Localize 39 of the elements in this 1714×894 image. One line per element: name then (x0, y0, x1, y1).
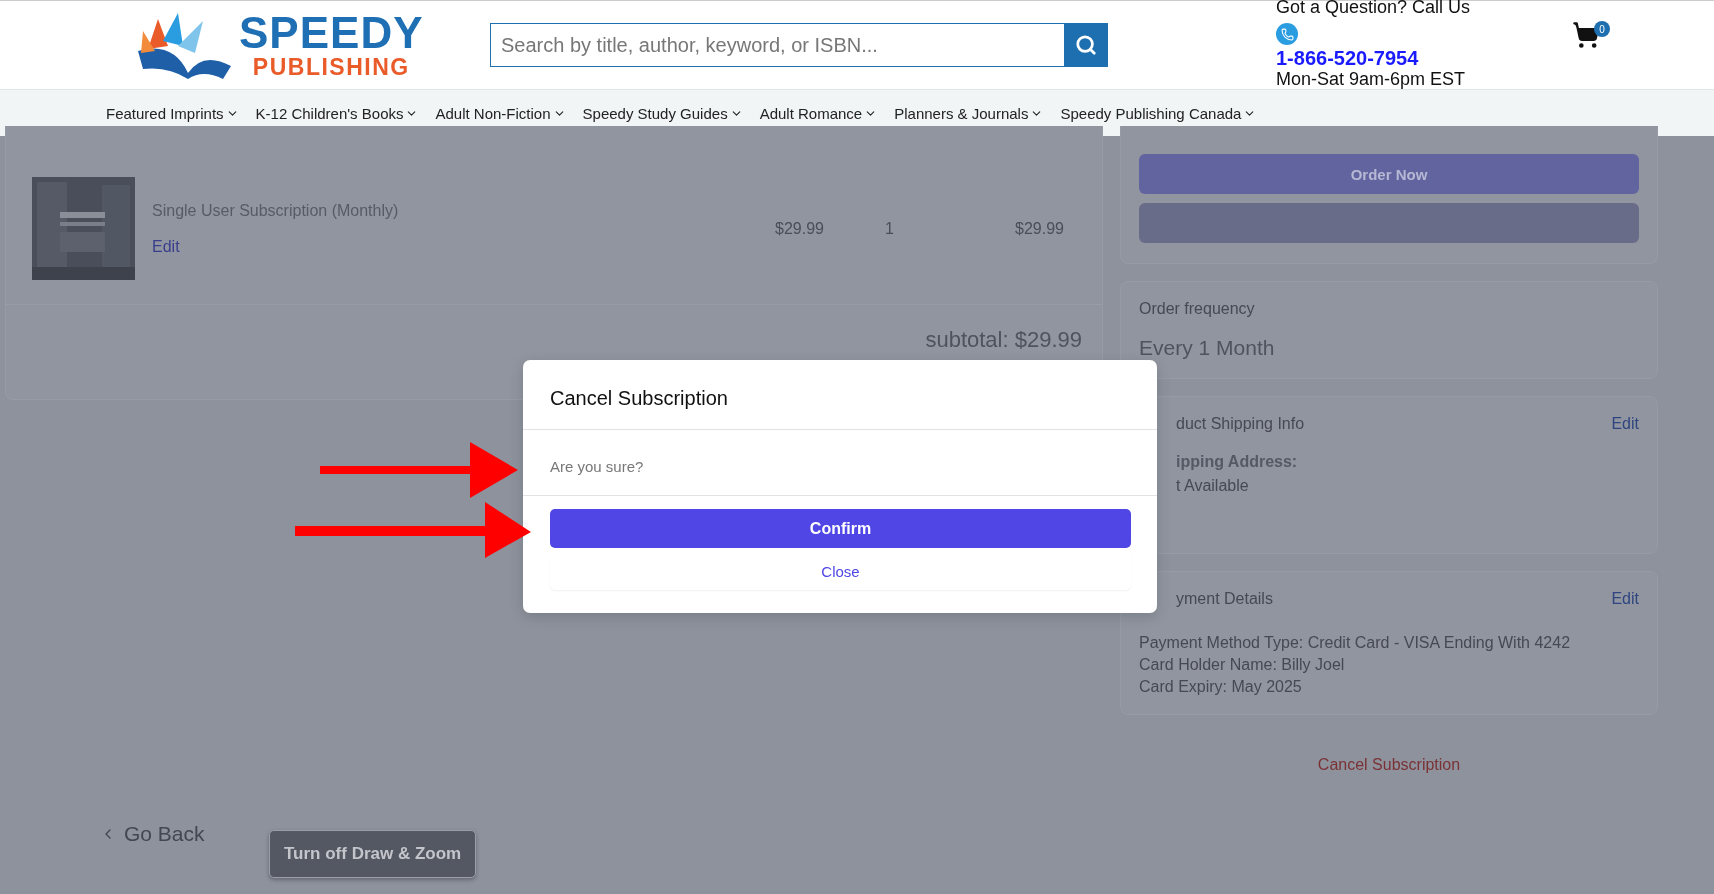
arrow-icon (295, 502, 531, 558)
address-value: t Available (1175, 477, 1250, 495)
phone-icon (1276, 23, 1298, 45)
search-icon (1075, 34, 1097, 56)
payment-detail: Payment Method Type: Credit Card - VISA Ending With 4242 (1139, 634, 1572, 652)
modal-message: Are you sure? (523, 430, 1157, 496)
line-total: $29.99 (1014, 219, 1064, 238)
payment-detail: Card Holder Name: Billy Joel (1139, 656, 1346, 674)
cart-icon[interactable] (1572, 21, 1600, 49)
logo-wordmark: SPEEDY (239, 11, 424, 55)
card-heading: duct Shipping Info (1176, 415, 1305, 433)
search-field[interactable]: Search by title, author, keyword, or ISBN... (490, 23, 1064, 67)
nav-menu-item[interactable]: Planners & Journals (894, 104, 1044, 122)
nav-menu-item[interactable]: Adult Non-Fiction (435, 104, 566, 122)
nav-menu-item[interactable]: K-12 Children's Books (255, 104, 419, 122)
subtotal: subtotal: $29.99 (925, 327, 1082, 353)
logo-subtitle: PUBLISHING (252, 55, 410, 79)
frequency-value: Every 1 Month (1139, 336, 1276, 360)
search-button[interactable] (1064, 23, 1108, 67)
product-title: Single User Subscription (Monthly) (152, 201, 400, 220)
phone-link[interactable]: 1-866-520-7954 (1276, 47, 1516, 69)
business-hours: Mon-Sat 9am-6pm EST (1276, 69, 1467, 89)
nav-menu-item[interactable]: Featured Imprints (106, 104, 239, 122)
close-button[interactable]: Close (550, 552, 1131, 590)
arrow-icon (320, 442, 518, 498)
frequency-label: Order frequency (1139, 300, 1256, 318)
contact-question: Got a Question? Call Us (1276, 0, 1472, 15)
quantity: 1 (884, 219, 894, 238)
confirm-button[interactable]: Confirm (550, 509, 1131, 548)
payment-detail: Card Expiry: May 2025 (1139, 678, 1303, 696)
tooltip: Turn off Draw & Zoom (269, 830, 477, 878)
cart-count: 0 (1594, 21, 1610, 37)
modal-title: Cancel Subscription (523, 360, 1157, 430)
address-label: ipping Address: (1175, 453, 1299, 471)
nav-menu-item[interactable]: Adult Romance (759, 104, 878, 122)
unit-price: $29.99 (774, 219, 824, 238)
card-heading: yment Details (1176, 590, 1273, 608)
nav-menu-item[interactable]: Speedy Study Guides (582, 104, 743, 122)
nav-menu-item[interactable]: Speedy Publishing Canada (1060, 104, 1257, 122)
